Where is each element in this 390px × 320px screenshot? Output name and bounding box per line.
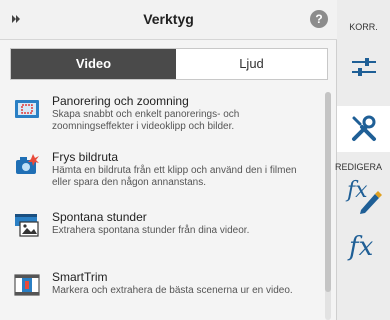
effects-icon: fx xyxy=(349,232,374,262)
tab-video[interactable]: Video xyxy=(11,49,176,79)
tool-title: SmartTrim xyxy=(52,270,108,284)
section-label-redigera: REDIGERA xyxy=(335,162,383,172)
panel-title: Verktyg xyxy=(143,11,194,27)
pan-zoom-icon xyxy=(15,100,39,118)
tool-item-candid-moments[interactable]: Spontana stunder Extrahera spontana stun… xyxy=(10,210,310,250)
adjust-sliders-icon xyxy=(352,58,376,76)
tool-item-smart-trim[interactable]: SmartTrim Markera och extrahera de bästa… xyxy=(10,270,310,318)
right-sidebar: KORR. REDIGERA fx fx xyxy=(335,0,390,320)
freeze-frame-camera-icon xyxy=(16,154,39,174)
panel-header: Verktyg ? xyxy=(0,0,337,40)
tool-title: Frys bildruta xyxy=(52,150,119,164)
tool-title: Spontana stunder xyxy=(52,210,147,224)
tool-title: Panorering och zoomning xyxy=(52,94,189,108)
tab-bar: Video Ljud xyxy=(10,48,328,80)
applied-effects-button[interactable]: fx xyxy=(337,176,390,222)
tool-description: Skapa snabbt och enkelt panorerings- och… xyxy=(52,109,240,132)
tool-description: Markera och extrahera de bästa scenerna … xyxy=(52,285,293,296)
effects-button[interactable]: fx xyxy=(337,228,390,274)
tool-list: Panorering och zoomning Skapa snabbt och… xyxy=(10,88,328,320)
applied-effects-icon xyxy=(360,191,382,214)
smart-trim-icon xyxy=(14,274,40,296)
candid-moments-icon xyxy=(15,214,39,237)
tool-description: Hämta en bildruta från ett klipp och anv… xyxy=(52,165,297,188)
tool-description: Extrahera spontana stunder från dina vid… xyxy=(52,225,250,236)
tab-ljud[interactable]: Ljud xyxy=(176,49,327,79)
tool-item-freeze-frame[interactable]: Frys bildruta Hämta en bildruta från ett… xyxy=(10,150,310,198)
tool-item-pan-zoom[interactable]: Panorering och zoomning Skapa snabbt och… xyxy=(10,94,310,142)
section-label-korr: KORR. xyxy=(349,22,378,32)
tools-panel: Verktyg ? Video Ljud Panorering och zoom… xyxy=(0,0,337,320)
tools-icon xyxy=(352,115,376,141)
help-icon[interactable]: ? xyxy=(310,10,328,28)
adjust-button[interactable] xyxy=(337,44,390,90)
scrollbar-thumb[interactable] xyxy=(325,92,331,292)
tools-button[interactable] xyxy=(337,106,390,152)
